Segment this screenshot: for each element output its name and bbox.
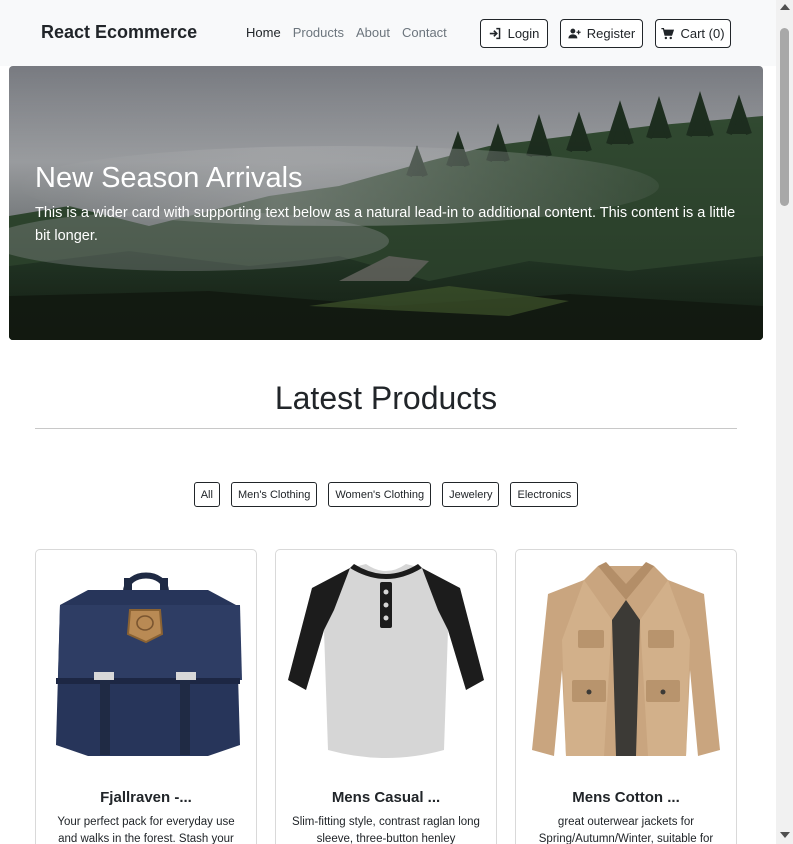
backpack-icon [56, 572, 242, 756]
hero-banner: New Season Arrivals This is a wider card… [9, 66, 763, 340]
category-filters: All Men's Clothing Women's Clothing Jewe… [0, 482, 772, 507]
user-plus-icon [568, 28, 581, 39]
filter-jewelery-button[interactable]: Jewelery [442, 482, 500, 507]
login-label: Login [507, 26, 540, 41]
product-description: Slim-fitting style, contrast raglan long… [292, 816, 480, 844]
vertical-scrollbar[interactable] [776, 0, 793, 844]
cart-icon [661, 27, 675, 40]
product-description: great outerwear jackets for Spring/Autum… [538, 816, 714, 844]
filter-womens-clothing-button[interactable]: Women's Clothing [328, 482, 432, 507]
jacket-icon [532, 562, 720, 756]
product-card[interactable]: Mens Cotton ... great outerwear jackets … [515, 549, 737, 844]
filter-mens-clothing-button[interactable]: Men's Clothing [230, 482, 318, 507]
brand-logo[interactable]: React Ecommerce [41, 22, 197, 43]
product-title: Mens Cotton ... [572, 789, 680, 806]
product-card[interactable]: Mens Casual ... Slim-fitting style, cont… [275, 549, 497, 844]
nav-link-home[interactable]: Home [246, 25, 281, 40]
product-card[interactable]: Fjallraven -... Your perfect pack for ev… [35, 549, 257, 844]
nav-links: Home Products About Contact [246, 25, 447, 40]
cart-button[interactable]: Cart (0) [655, 19, 731, 48]
hero-title: New Season Arrivals [35, 162, 303, 194]
cart-label: Cart (0) [680, 26, 725, 41]
navbar: React Ecommerce Home Products About Cont… [0, 0, 776, 66]
scrollbar-thumb[interactable] [780, 28, 789, 206]
nav-link-products[interactable]: Products [293, 25, 344, 40]
register-button[interactable]: Register [560, 19, 643, 48]
scroll-down-arrow-icon[interactable] [780, 832, 790, 838]
hero-text: This is a wider card with supporting tex… [35, 205, 736, 244]
section-title: Latest Products [274, 380, 498, 416]
page-viewport: React Ecommerce Home Products About Cont… [0, 0, 776, 844]
filter-all-button[interactable]: All [193, 482, 220, 507]
section-divider [35, 428, 737, 429]
filter-electronics-button[interactable]: Electronics [510, 482, 579, 507]
register-label: Register [586, 26, 636, 41]
scroll-up-arrow-icon[interactable] [780, 4, 790, 10]
product-title: Fjallraven -... [100, 789, 192, 806]
sign-in-icon [489, 27, 500, 40]
shirt-icon [288, 564, 484, 758]
nav-link-contact[interactable]: Contact [402, 25, 447, 40]
product-title: Mens Casual ... [331, 789, 441, 806]
login-button[interactable]: Login [480, 19, 548, 48]
product-description: Your perfect pack for everyday use and w… [57, 816, 235, 844]
nav-link-about[interactable]: About [356, 25, 390, 40]
